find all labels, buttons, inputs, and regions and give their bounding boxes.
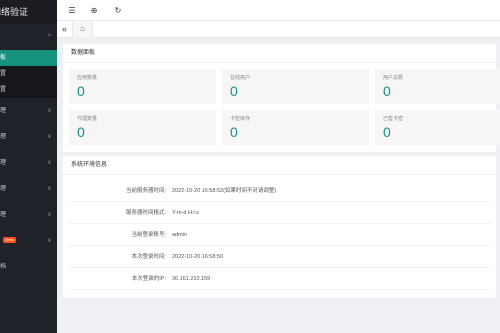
main-content: 数据面板 应用数量 0 在线用户 0 用户总数 0 代理数量 0 卡密库存 0 xyxy=(57,38,500,333)
sidebar-item-label: 理 xyxy=(0,212,7,218)
env-row-server-time: 当前服务器时间: 2022-10-20 16:58:52(如果时间不对请调整) xyxy=(69,180,490,202)
sidebar-group-manage-4[interactable]: 理 v xyxy=(0,176,57,202)
stat-label: 应用数量 xyxy=(77,75,98,81)
sidebar-item-docs[interactable]: 档 xyxy=(0,254,57,280)
chevron-down-icon: v xyxy=(48,160,51,166)
system-env-card: 系统环境信息 当前服务器时间: 2022-10-20 16:58:52(如果时间… xyxy=(63,156,496,298)
env-key: 当前服务器时间: xyxy=(125,188,166,194)
sidebar-item-label: 理 xyxy=(0,108,7,114)
chevron-down-icon: v xyxy=(48,134,51,140)
new-badge: new xyxy=(3,237,17,244)
stat-value: 0 xyxy=(230,83,238,99)
stat-cards-sold: 已售卡密 0 xyxy=(375,110,500,145)
chevron-down-icon: v xyxy=(48,186,51,192)
env-value: 2022-10-20 16:58:52(如果时间不对请调整) xyxy=(172,188,277,194)
env-value: Y-m-d H:i:s xyxy=(172,210,199,216)
sidebar-item-label: 理 xyxy=(0,134,7,140)
data-panel-title: 数据面板 xyxy=(63,44,496,63)
env-row-account: 当前登录账号: admin xyxy=(69,224,490,246)
stat-value: 0 xyxy=(383,124,391,140)
sidebar-item-settings-2[interactable]: 置 xyxy=(0,82,57,98)
stat-card-stock: 卡密库存 0 xyxy=(222,110,369,145)
stat-label: 代理数量 xyxy=(77,116,98,122)
tabs-bar: « ⌂ xyxy=(57,21,500,38)
sidebar-item-label: 置 xyxy=(0,87,7,93)
sidebar-group-manage-5[interactable]: 理 v xyxy=(0,202,57,228)
stat-value: 0 xyxy=(383,83,391,99)
data-panel-card: 数据面板 应用数量 0 在线用户 0 用户总数 0 代理数量 0 卡密库存 0 xyxy=(63,44,500,152)
stat-online-users: 在线用户 0 xyxy=(222,69,369,104)
chevron-down-icon: v xyxy=(48,212,51,218)
chevron-down-icon: v xyxy=(48,108,51,114)
env-key: 服务器时间格式: xyxy=(125,210,166,216)
env-value: 36.161.210.159 xyxy=(172,276,211,282)
stats-grid: 应用数量 0 在线用户 0 用户总数 0 代理数量 0 卡密库存 0 已售卡密 … xyxy=(63,63,500,152)
sidebar: 网络验证 ^ 板 置 置 理 v 理 v 理 v 理 v 理 v new v 档 xyxy=(0,0,57,333)
refresh-icon[interactable]: ↻ xyxy=(108,0,128,21)
sidebar-item-data-panel[interactable]: 板 xyxy=(0,50,57,66)
sidebar-group-manage-1[interactable]: 理 v xyxy=(0,98,57,124)
stat-label: 在线用户 xyxy=(230,75,251,81)
env-row-login-ip: 本次登录的IP: 36.161.210.159 xyxy=(69,268,490,290)
sidebar-item-label: 板 xyxy=(0,55,7,61)
sidebar-item-settings-1[interactable]: 置 xyxy=(0,66,57,82)
stat-value: 0 xyxy=(230,124,238,140)
sidebar-item-label: 理 xyxy=(0,186,7,192)
stat-agent-count: 代理数量 0 xyxy=(69,110,216,145)
stat-total-users: 用户总数 0 xyxy=(375,69,500,104)
stat-app-count: 应用数量 0 xyxy=(69,69,216,104)
env-row-login-time: 本次登录时间: 2022-10-20 16:58:50 xyxy=(69,246,490,268)
env-value: admin xyxy=(172,232,187,238)
chevron-down-icon: v xyxy=(48,238,51,244)
env-key: 当前登录账号: xyxy=(131,232,166,238)
stat-label: 已售卡密 xyxy=(383,116,404,122)
stat-value: 0 xyxy=(77,124,85,140)
env-value: 2022-10-20 16:58:50 xyxy=(172,254,224,260)
stat-label: 卡密库存 xyxy=(230,116,251,122)
stat-label: 用户总数 xyxy=(383,75,404,81)
sidebar-group-manage-2[interactable]: 理 v xyxy=(0,124,57,150)
app-logo[interactable]: 网络验证 xyxy=(0,0,57,24)
env-key: 本次登录时间: xyxy=(131,254,166,260)
env-key: 本次登录的IP: xyxy=(131,276,166,282)
sidebar-group-manage-3[interactable]: 理 v xyxy=(0,150,57,176)
sidebar-group-new[interactable]: new v xyxy=(0,228,57,254)
globe-icon[interactable]: ⊕ xyxy=(84,0,104,21)
sidebar-item-label: 置 xyxy=(0,71,7,77)
system-env-title: 系统环境信息 xyxy=(63,156,496,175)
chevron-up-icon: ^ xyxy=(48,34,51,40)
system-env-list: 当前服务器时间: 2022-10-20 16:58:52(如果时间不对请调整) … xyxy=(63,175,496,298)
home-icon[interactable]: ⌂ xyxy=(73,21,93,38)
top-header: ☰ ⊕ ↻ xyxy=(57,0,500,21)
sidebar-item-label: 理 xyxy=(0,160,7,166)
scroll-left-icon[interactable]: « xyxy=(57,21,73,38)
sidebar-item-label: 档 xyxy=(0,264,7,270)
menu-toggle-icon[interactable]: ☰ xyxy=(62,0,82,21)
sidebar-group-dashboard[interactable]: ^ xyxy=(0,24,57,50)
stat-value: 0 xyxy=(77,83,85,99)
env-row-time-format: 服务器时间格式: Y-m-d H:i:s xyxy=(69,202,490,224)
